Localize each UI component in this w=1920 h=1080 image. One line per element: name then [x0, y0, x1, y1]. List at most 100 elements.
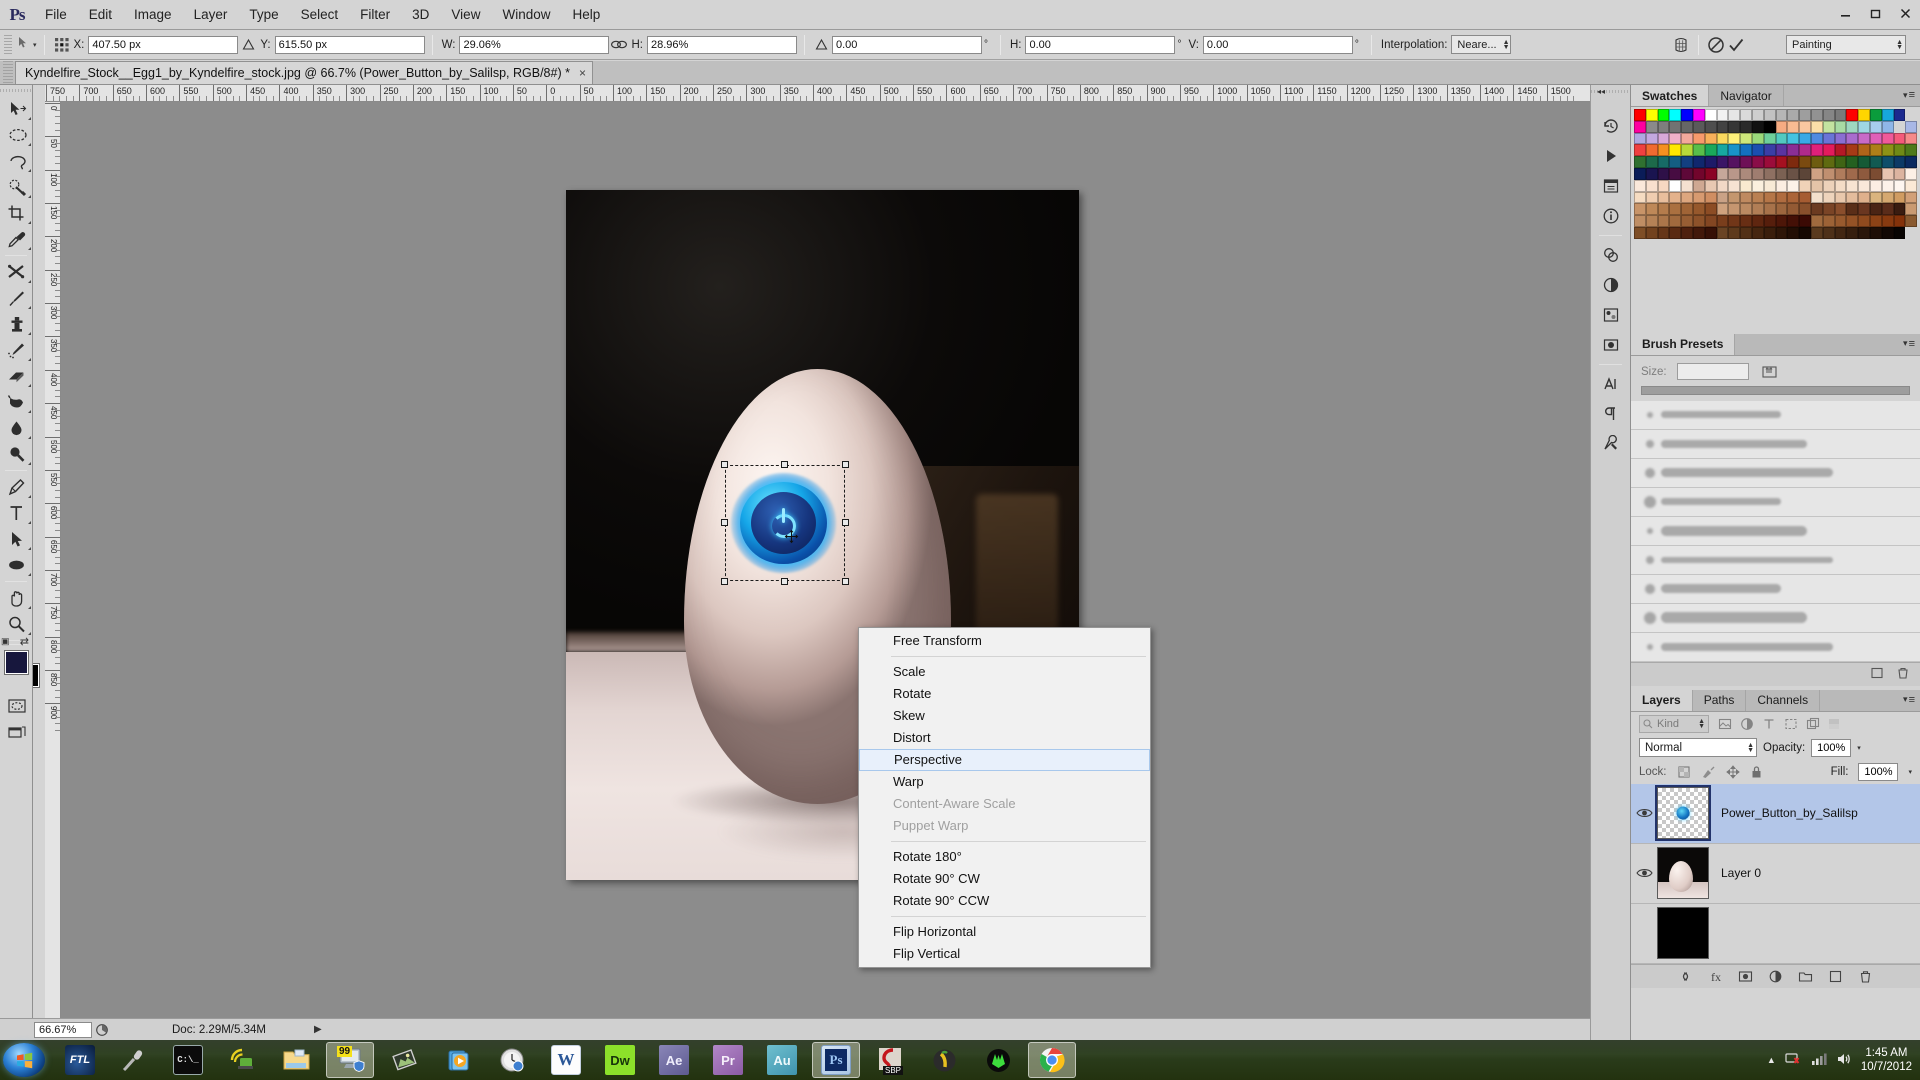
swatch-color[interactable]	[1764, 133, 1776, 145]
swatch-color[interactable]	[1894, 168, 1906, 180]
swatch-color[interactable]	[1646, 168, 1658, 180]
swatch-color[interactable]	[1858, 109, 1870, 121]
x-input[interactable]	[88, 36, 238, 54]
context-menu-item-free-transform[interactable]: Free Transform	[859, 630, 1150, 652]
swatch-color[interactable]	[1752, 109, 1764, 121]
swatch-color[interactable]	[1669, 192, 1681, 204]
context-menu-item-skew[interactable]: Skew	[859, 705, 1150, 727]
swatch-color[interactable]	[1764, 192, 1776, 204]
swatch-color[interactable]	[1811, 215, 1823, 227]
taskbar-clementine-app[interactable]	[920, 1042, 968, 1078]
color-icon[interactable]	[1591, 240, 1631, 270]
swatch-color[interactable]	[1870, 168, 1882, 180]
swatch-color[interactable]	[1846, 180, 1858, 192]
brush-preset-item[interactable]	[1631, 633, 1920, 662]
swatch-color[interactable]	[1634, 121, 1646, 133]
swatch-color[interactable]	[1634, 144, 1646, 156]
swatch-color[interactable]	[1752, 121, 1764, 133]
swatch-color[interactable]	[1646, 227, 1658, 239]
spot-healing-brush-tool[interactable]	[0, 259, 33, 285]
swatch-color[interactable]	[1693, 144, 1705, 156]
tab-paths[interactable]: Paths	[1693, 690, 1747, 711]
swatch-color[interactable]	[1882, 192, 1894, 204]
brush-preset-item[interactable]	[1631, 517, 1920, 546]
actions-play-icon[interactable]	[1591, 141, 1631, 171]
swatch-color[interactable]	[1882, 227, 1894, 239]
handle-bottom-left[interactable]	[721, 578, 728, 585]
cancel-transform-icon[interactable]	[1706, 35, 1726, 55]
menu-layer[interactable]: Layer	[183, 0, 239, 30]
filter-shape-icon[interactable]	[1784, 717, 1798, 731]
status-more-arrow[interactable]: ▶	[314, 1024, 322, 1035]
network-error-icon[interactable]	[1785, 1051, 1802, 1069]
swatch-color[interactable]	[1905, 192, 1917, 204]
swatch-color[interactable]	[1646, 203, 1658, 215]
link-layers-icon[interactable]	[1678, 969, 1693, 984]
brush-preset-item[interactable]	[1631, 401, 1920, 430]
swatch-color[interactable]	[1776, 203, 1788, 215]
swatch-color[interactable]	[1705, 227, 1717, 239]
swatch-color[interactable]	[1681, 144, 1693, 156]
handle-top-left[interactable]	[721, 461, 728, 468]
opacity-input[interactable]	[1811, 739, 1851, 757]
brush-tool[interactable]	[0, 285, 33, 311]
swatch-color[interactable]	[1752, 156, 1764, 168]
brush-preset-item[interactable]	[1631, 604, 1920, 633]
swatch-color[interactable]	[1799, 168, 1811, 180]
swatch-color[interactable]	[1752, 215, 1764, 227]
swatch-color[interactable]	[1870, 227, 1882, 239]
swatch-color[interactable]	[1634, 215, 1646, 227]
swatch-color[interactable]	[1646, 180, 1658, 192]
swatch-color[interactable]	[1669, 227, 1681, 239]
swatch-color[interactable]	[1658, 144, 1670, 156]
new-brush-icon[interactable]	[1870, 666, 1884, 683]
swatch-color[interactable]	[1646, 133, 1658, 145]
new-adjustment-layer-icon[interactable]	[1768, 969, 1783, 984]
gradient-tool[interactable]	[0, 389, 33, 415]
volume-icon[interactable]	[1836, 1052, 1852, 1069]
swatch-color[interactable]	[1776, 168, 1788, 180]
swatch-color[interactable]	[1835, 215, 1847, 227]
new-layer-icon[interactable]	[1828, 969, 1843, 984]
swatch-color[interactable]	[1787, 215, 1799, 227]
fill-caret[interactable]: ▾	[1908, 768, 1912, 776]
clone-stamp-tool[interactable]	[0, 311, 33, 337]
swatch-color[interactable]	[1846, 168, 1858, 180]
swatch-color[interactable]	[1658, 180, 1670, 192]
workspace-selector[interactable]: Painting ▲▼	[1786, 35, 1906, 54]
reference-point-icon[interactable]	[52, 35, 72, 55]
swatch-color[interactable]	[1858, 192, 1870, 204]
swatch-color[interactable]	[1658, 203, 1670, 215]
swatch-color[interactable]	[1811, 156, 1823, 168]
swatch-color[interactable]	[1846, 109, 1858, 121]
swatch-color[interactable]	[1846, 192, 1858, 204]
delete-brush-icon[interactable]	[1896, 666, 1910, 683]
swatch-color[interactable]	[1717, 168, 1729, 180]
swatch-color[interactable]	[1705, 192, 1717, 204]
handle-top-right[interactable]	[842, 461, 849, 468]
swatch-color[interactable]	[1693, 203, 1705, 215]
document-tab[interactable]: Kyndelfire_Stock__Egg1_by_Kyndelfire_sto…	[15, 61, 593, 84]
swatch-color[interactable]	[1740, 168, 1752, 180]
swatch-color[interactable]	[1894, 192, 1906, 204]
swatch-color[interactable]	[1894, 180, 1906, 192]
swatch-color[interactable]	[1646, 121, 1658, 133]
swatch-color[interactable]	[1905, 168, 1917, 180]
swatch-color[interactable]	[1728, 180, 1740, 192]
swatch-color[interactable]	[1811, 144, 1823, 156]
brush-preset-item[interactable]	[1631, 575, 1920, 604]
taskbar-file-explorer[interactable]	[272, 1042, 320, 1078]
swatch-color[interactable]	[1882, 156, 1894, 168]
swatch-color[interactable]	[1799, 144, 1811, 156]
swatch-color[interactable]	[1835, 156, 1847, 168]
swatches-panel-menu-icon[interactable]: ▾≡	[1903, 89, 1915, 101]
swatch-color[interactable]	[1858, 168, 1870, 180]
swatch-color[interactable]	[1693, 109, 1705, 121]
swatch-color[interactable]	[1658, 215, 1670, 227]
swatch-color[interactable]	[1634, 156, 1646, 168]
taskbar-system-monitor[interactable]: 99	[326, 1042, 374, 1078]
layer-style-icon[interactable]: fx	[1708, 969, 1723, 984]
canvas-area[interactable]	[61, 102, 1590, 1034]
swatch-color[interactable]	[1823, 121, 1835, 133]
handle-middle-left[interactable]	[721, 519, 728, 526]
